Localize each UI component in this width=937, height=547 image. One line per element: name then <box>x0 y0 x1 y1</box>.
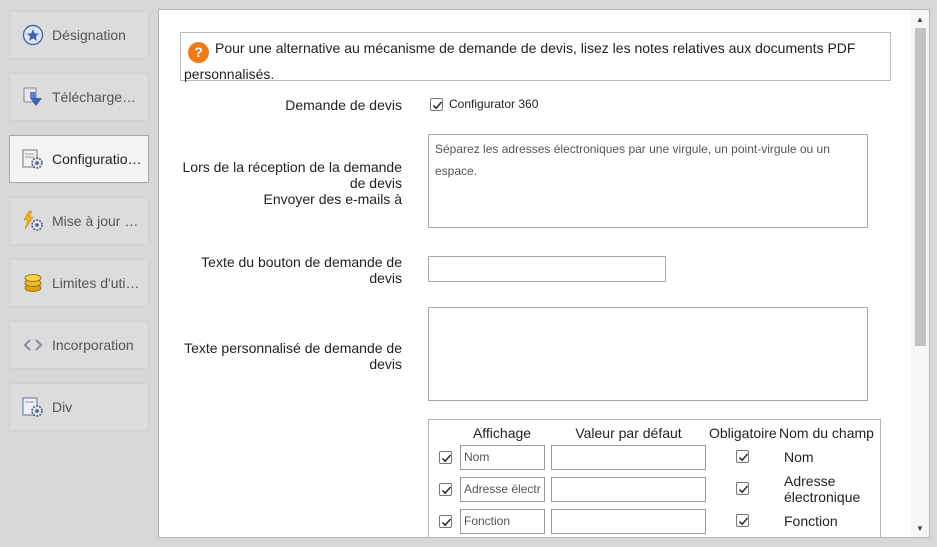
sidebar-item-label: Mise à jour … <box>52 213 139 229</box>
field-name-email-line1: Adresse <box>784 473 836 489</box>
configuration-panel: ? Pour une alternative au mécanisme de de… <box>158 9 930 538</box>
emails-textarea[interactable]: Séparez les adresses électroniques par u… <box>428 134 868 228</box>
star-badge-icon <box>22 24 44 46</box>
required-checkbox-fonction[interactable] <box>736 514 749 527</box>
scroll-up-arrow-icon[interactable]: ▲ <box>911 12 929 26</box>
sidebar-item-update[interactable]: Mise à jour … <box>9 197 149 245</box>
button-text-input[interactable] <box>428 256 666 282</box>
custom-text-label-line2: devis <box>369 356 402 372</box>
sidebar-item-label: Télécharge… <box>52 89 137 105</box>
field-name-fonction: Fonction <box>784 513 838 529</box>
sidebar-item-label: Div <box>52 399 73 415</box>
checkmark-icon <box>441 486 452 495</box>
header-display: Affichage <box>472 425 532 441</box>
configurator-checkbox[interactable] <box>430 97 443 111</box>
button-text-label-line2: devis <box>369 270 402 286</box>
sidebar-item-configuration[interactable]: Configuratio… <box>9 135 149 183</box>
display-input-fonction[interactable]: Fonction <box>460 509 545 534</box>
update-lightning-gear-icon <box>23 210 43 231</box>
configurator-checkbox-row[interactable]: Configurator 360 <box>430 97 538 111</box>
sidebar: Désignation Télécharge… Configuratio… Mi… <box>0 0 158 547</box>
default-value-input-nom[interactable] <box>551 445 706 470</box>
sidebar-item-download[interactable]: Télécharge… <box>9 73 149 121</box>
emails-label: Lors de la réception de la demande de de… <box>162 159 402 207</box>
misc-gear-icon <box>22 397 43 417</box>
quote-request-label: Demande de devis <box>285 97 402 113</box>
field-name-email-line2: électronique <box>784 489 861 505</box>
checkmark-icon <box>432 100 443 109</box>
fields-table: Affichage Valeur par défaut Obligatoire … <box>428 419 881 537</box>
field-name-nom: Nom <box>784 449 814 465</box>
checkmark-icon <box>441 518 452 527</box>
display-checkbox-nom[interactable] <box>439 451 452 464</box>
header-field-name: Nom du champ <box>779 425 874 441</box>
sidebar-item-label: Limites d'uti… <box>52 275 140 291</box>
configuration-gear-icon <box>22 149 43 169</box>
button-text-label-line1: Texte du bouton de demande de <box>201 254 402 270</box>
scroll-down-arrow-icon[interactable]: ▼ <box>911 521 929 535</box>
display-input-nom[interactable]: Nom <box>460 445 545 470</box>
emails-label-line2: de devis <box>349 175 402 191</box>
sidebar-item-embed[interactable]: Incorporation <box>9 321 149 369</box>
header-required: Obligatoire <box>709 425 777 441</box>
coins-icon <box>24 274 42 292</box>
custom-text-label: Texte personnalisé de demande de devis <box>162 340 402 372</box>
default-value-input-fonction[interactable] <box>551 509 706 534</box>
button-text-label: Texte du bouton de demande de devis <box>162 254 402 286</box>
question-icon: ? <box>188 42 209 63</box>
sidebar-item-label: Incorporation <box>52 337 134 353</box>
sidebar-item-usage-limits[interactable]: Limites d'uti… <box>9 259 149 307</box>
custom-text-textarea[interactable] <box>428 307 868 401</box>
display-checkbox-email[interactable] <box>439 483 452 496</box>
embed-code-icon <box>23 339 43 351</box>
sidebar-item-designation[interactable]: Désignation <box>9 11 149 59</box>
checkmark-icon <box>738 485 749 494</box>
scroll-thumb[interactable] <box>915 28 926 346</box>
sidebar-item-label: Désignation <box>52 27 126 43</box>
emails-label-line3: Envoyer des e-mails à <box>263 191 402 207</box>
sidebar-item-misc[interactable]: Div <box>9 383 149 431</box>
required-checkbox-email[interactable] <box>736 482 749 495</box>
custom-text-label-line1: Texte personnalisé de demande de <box>184 340 402 356</box>
field-name-email: Adresse électronique <box>784 473 860 505</box>
required-checkbox-nom[interactable] <box>736 450 749 463</box>
display-checkbox-fonction[interactable] <box>439 515 452 528</box>
download-icon <box>23 87 42 106</box>
default-value-input-email[interactable] <box>551 477 706 502</box>
display-input-email[interactable]: Adresse électr <box>460 477 545 502</box>
vertical-scrollbar[interactable]: ▲ ▼ <box>911 10 929 537</box>
info-text: Pour une alternative au mécanisme de dem… <box>184 40 856 82</box>
checkmark-icon <box>441 454 452 463</box>
header-default-value: Valeur par défaut <box>575 425 682 441</box>
checkmark-icon <box>738 517 749 526</box>
info-notice: ? Pour une alternative au mécanisme de de… <box>180 32 891 82</box>
sidebar-item-label: Configuratio… <box>52 151 142 167</box>
emails-label-line1: Lors de la réception de la demande <box>182 159 402 175</box>
configurator-checkbox-label: Configurator 360 <box>449 97 539 111</box>
checkmark-icon <box>738 453 749 462</box>
